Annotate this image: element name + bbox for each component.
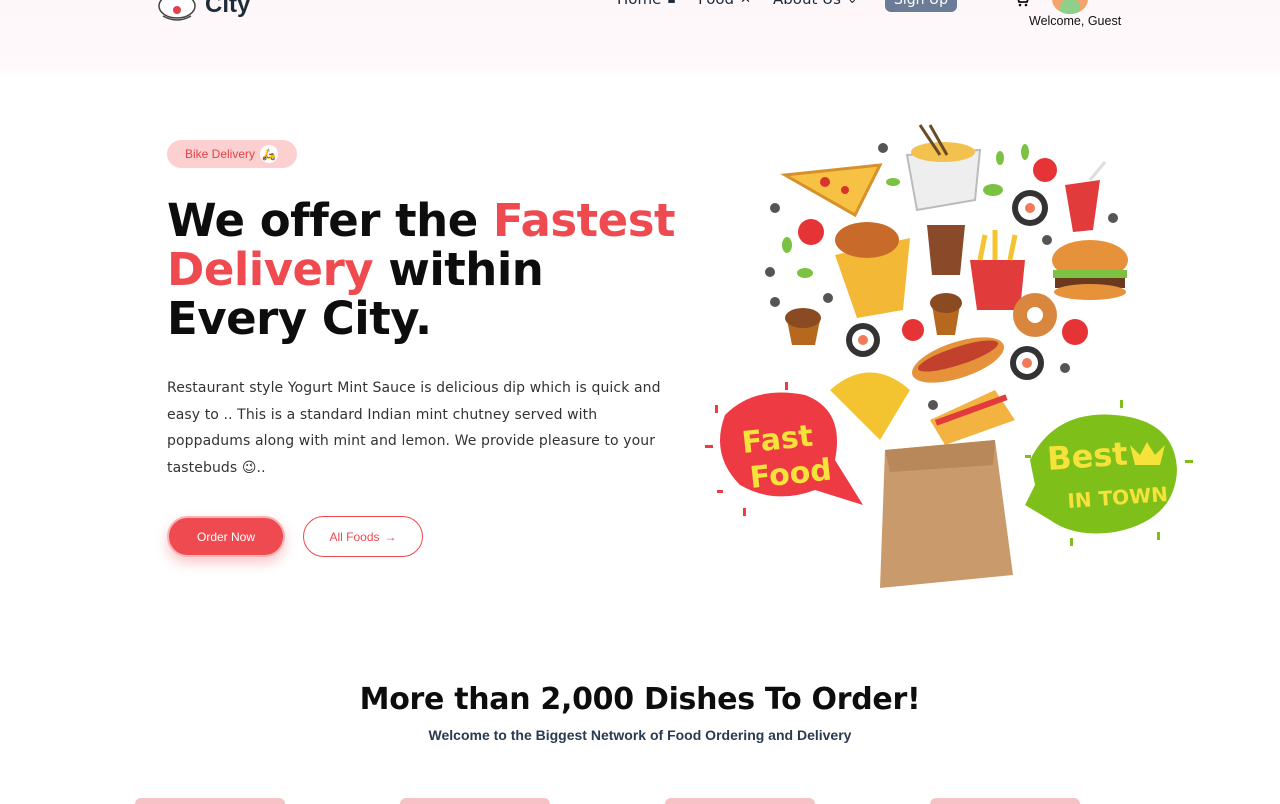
nav-item-about[interactable]: About Us ⌄: [773, 0, 858, 8]
home-icon: ▪: [667, 0, 676, 7]
dish-card[interactable]: [665, 798, 815, 804]
nav-label: About Us: [773, 0, 841, 8]
all-foods-label: All Foods: [329, 529, 380, 544]
arrow-right-icon: →: [384, 529, 397, 544]
utensils-icon: ✕: [740, 0, 751, 7]
nav-item-home[interactable]: Home ▪: [617, 0, 676, 8]
hero-description: Restaurant style Yogurt Mint Sauce is de…: [167, 380, 661, 477]
nav-label: Home: [617, 0, 661, 8]
chevron-down-icon: ⌄: [847, 0, 858, 7]
main-nav: Home ▪ Food ✕ About Us ⌄: [617, 0, 858, 8]
section-subtitle: Welcome to the Biggest Network of Food O…: [428, 727, 852, 743]
chevron-down-icon[interactable]: ▾: [1093, 0, 1098, 3]
avatar[interactable]: [1052, 0, 1088, 14]
best-in-town-line1: Best: [1046, 434, 1129, 478]
bike-delivery-badge: Bike Delivery 🛵: [167, 140, 297, 168]
food-illustration: Fast Food Best IN TOWN: [705, 124, 1193, 588]
order-now-label: Order Now: [196, 529, 255, 544]
dish-card[interactable]: [400, 798, 550, 804]
site-header: City Home ▪ Food ✕ About Us ⌄ Sign Up ▾ …: [0, 0, 1280, 72]
logo[interactable]: City: [155, 0, 250, 22]
logo-text: City: [205, 0, 251, 18]
section-title: More than 2,000 Dishes To Order!: [359, 682, 921, 717]
order-now-button[interactable]: Order Now: [167, 516, 285, 557]
dish-card[interactable]: [930, 798, 1080, 804]
nav-item-food[interactable]: Food ✕: [698, 0, 751, 8]
dish-card[interactable]: [135, 798, 285, 804]
hero-title: We offer the Fastest Delivery within Eve…: [167, 196, 687, 343]
sign-up-button[interactable]: Sign Up: [885, 0, 957, 12]
badge-label: Bike Delivery: [185, 147, 256, 161]
hero-title-part1: We offer the: [167, 194, 493, 247]
welcome-text: Welcome, Guest: [1029, 14, 1122, 28]
all-foods-button[interactable]: All Foods →: [303, 516, 423, 557]
pizza-icon: [780, 163, 883, 218]
nav-label: Food: [698, 0, 734, 8]
cart-icon[interactable]: [1014, 0, 1030, 8]
bike-icon: 🛵: [260, 145, 279, 163]
chef-logo-icon: [158, 0, 196, 21]
